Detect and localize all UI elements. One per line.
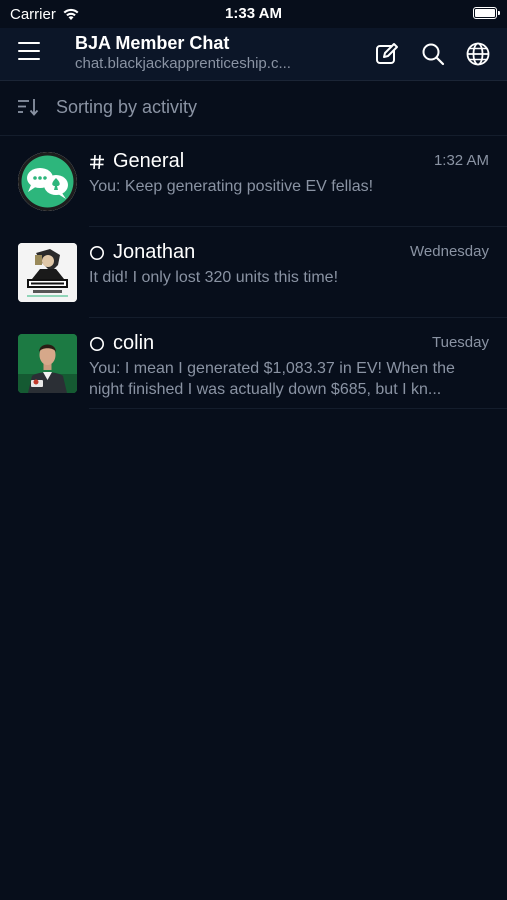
header: BJA Member Chat chat.blackjackapprentice… (0, 28, 507, 81)
profile-photo (18, 334, 77, 393)
menu-icon[interactable] (18, 42, 40, 62)
status-circle-icon (90, 245, 104, 260)
chat-time: Tuesday (432, 334, 489, 351)
avatar (18, 334, 77, 393)
chat-name-row: colin (89, 332, 154, 355)
chat-name-row: General (89, 150, 184, 173)
status-circle-icon (90, 336, 104, 351)
chat-name-row: Jonathan (89, 241, 195, 264)
divider (89, 408, 507, 409)
chat-name: colin (113, 332, 155, 354)
chat-item-general[interactable]: General 1:32 AM You: Keep generating pos… (0, 136, 507, 227)
chat-list: General 1:32 AM You: Keep generating pos… (0, 136, 507, 409)
chat-item-jonathan[interactable]: Jonathan Wednesday It did! I only lost 3… (0, 227, 507, 318)
server-url: chat.blackjackapprenticeship.c... (75, 55, 291, 72)
page-title: BJA Member Chat (75, 33, 230, 53)
chat-item-colin[interactable]: colin Tuesday You: I mean I generated $1… (0, 318, 507, 409)
battery-icon (473, 7, 500, 19)
sort-label: Sorting by activity (56, 97, 198, 117)
sort-icon (18, 99, 39, 116)
hash-icon (90, 154, 104, 169)
globe-icon[interactable] (465, 41, 491, 67)
search-icon[interactable] (420, 41, 446, 67)
sort-bar[interactable]: Sorting by activity (0, 81, 507, 136)
chat-name: General (113, 150, 185, 172)
chat-time: 1:32 AM (433, 152, 489, 169)
blackjack-logo (18, 243, 77, 302)
chat-last-message: You: I mean I generated $1,083.37 in EV!… (89, 360, 455, 398)
status-bar: Carrier 1:33 AM (0, 0, 507, 28)
status-time: 1:33 AM (225, 5, 282, 22)
chat-time: Wednesday (410, 243, 489, 260)
chat-bubbles-logo (18, 152, 77, 211)
chat-last-message: You: Keep generating positive EV fellas! (89, 178, 374, 195)
chat-last-message: It did! I only lost 320 units this time! (89, 269, 339, 286)
chat-name: Jonathan (113, 241, 196, 263)
avatar (18, 152, 77, 211)
avatar (18, 243, 77, 302)
compose-icon[interactable] (374, 41, 400, 67)
